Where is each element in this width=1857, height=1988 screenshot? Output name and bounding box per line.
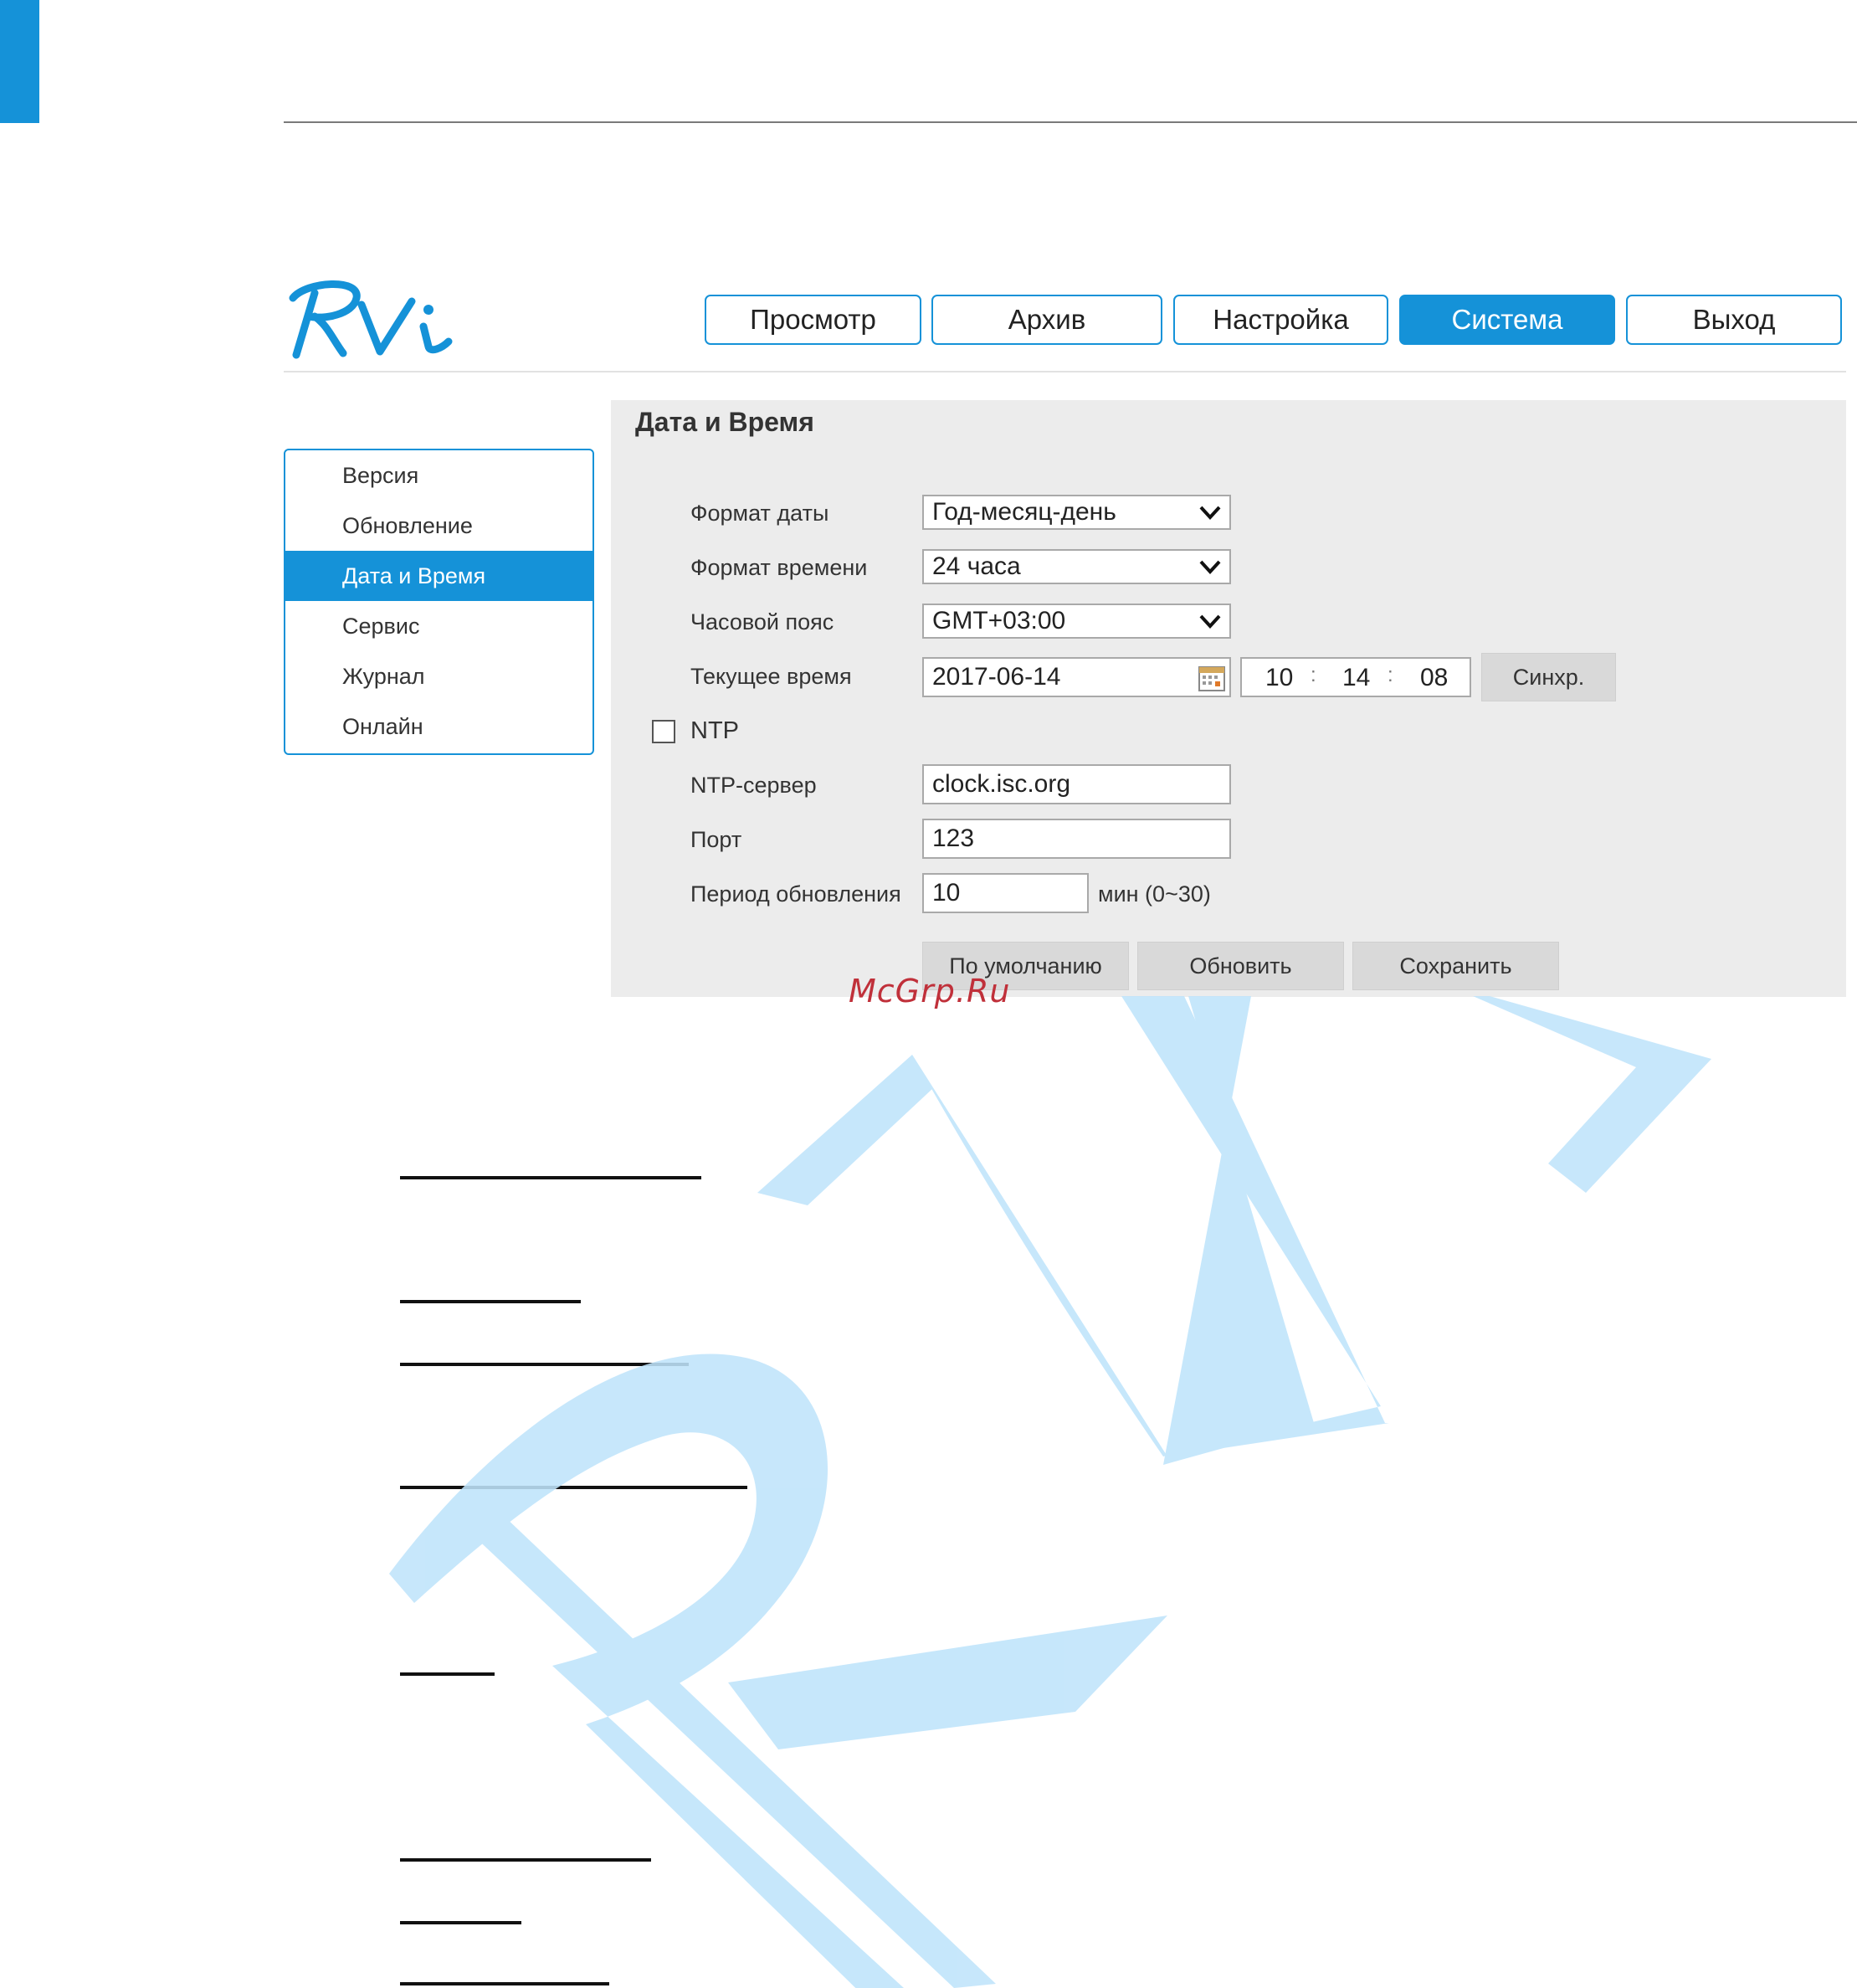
- date-format-select[interactable]: Год-месяц-день: [922, 495, 1231, 530]
- header-divider: [284, 371, 1846, 372]
- date-format-label: Формат даты: [690, 501, 829, 526]
- ntp-server-input[interactable]: clock.isc.org: [922, 764, 1231, 804]
- current-date-input[interactable]: 2017-06-14: [922, 657, 1231, 697]
- sidebar-item-online[interactable]: Онлайн: [285, 701, 592, 752]
- sidebar-item-service[interactable]: Сервис: [285, 601, 592, 651]
- watermark-text: McGrp.Ru: [849, 973, 1011, 1009]
- document-line: [400, 1300, 581, 1303]
- tab-vyhod[interactable]: Выход: [1626, 295, 1842, 345]
- ntp-server-value: clock.isc.org: [932, 770, 1071, 798]
- sidebar-item-date-time[interactable]: Дата и Время: [285, 551, 592, 601]
- sidebar-item-update[interactable]: Обновление: [285, 501, 592, 551]
- current-date-value: 2017-06-14: [932, 663, 1061, 691]
- minutes-field[interactable]: 14: [1342, 664, 1370, 692]
- time-format-label: Формат времени: [690, 555, 868, 580]
- chevron-down-icon: [1199, 506, 1221, 520]
- ntp-checkbox[interactable]: [652, 720, 675, 743]
- hours-field[interactable]: 10: [1265, 664, 1293, 692]
- chevron-down-icon: [1199, 560, 1221, 574]
- tab-sistema[interactable]: Система: [1399, 295, 1615, 345]
- port-label: Порт: [690, 827, 742, 852]
- document-line: [400, 1363, 689, 1366]
- timezone-label: Часовой пояс: [690, 609, 834, 634]
- save-button[interactable]: Сохранить: [1352, 942, 1559, 990]
- document-line: [400, 1858, 651, 1862]
- sidebar-item-version[interactable]: Версия: [285, 450, 592, 501]
- update-period-unit: мин (0~30): [1098, 881, 1211, 907]
- document-line: [400, 1486, 747, 1489]
- ntp-server-label: NTP-сервер: [690, 773, 817, 798]
- time-separator: :: [1388, 664, 1393, 686]
- port-value: 123: [932, 824, 975, 852]
- port-input[interactable]: 123: [922, 819, 1231, 859]
- panel-title: Дата и Время: [635, 407, 814, 437]
- rvi-logo: [289, 280, 453, 359]
- update-period-value: 10: [932, 879, 961, 907]
- tab-prosmotr[interactable]: Просмотр: [705, 295, 921, 345]
- tab-arhiv[interactable]: Архив: [931, 295, 1162, 345]
- document-line: [400, 1176, 701, 1179]
- calendar-icon[interactable]: [1198, 664, 1226, 692]
- timezone-value: GMT+03:00: [932, 607, 1066, 634]
- tab-nastroyka[interactable]: Настройка: [1173, 295, 1388, 345]
- current-time-input[interactable]: 10 : 14 : 08: [1240, 657, 1471, 697]
- settings-panel: [611, 400, 1846, 997]
- document-line: [400, 1672, 495, 1676]
- sync-button[interactable]: Синхр.: [1481, 653, 1616, 701]
- time-separator: :: [1311, 664, 1316, 686]
- seconds-field[interactable]: 08: [1420, 664, 1448, 692]
- update-period-input[interactable]: 10: [922, 873, 1089, 913]
- settings-sidebar: Версия Обновление Дата и Время Сервис Жу…: [284, 449, 594, 755]
- timezone-select[interactable]: GMT+03:00: [922, 604, 1231, 639]
- update-period-label: Период обновления: [690, 881, 901, 907]
- date-format-value: Год-месяц-день: [932, 498, 1116, 526]
- ntp-label: NTP: [690, 717, 739, 744]
- chevron-down-icon: [1199, 614, 1221, 629]
- sidebar-item-log[interactable]: Журнал: [285, 651, 592, 701]
- time-format-value: 24 часа: [932, 552, 1021, 580]
- page-corner-bar: [0, 0, 39, 123]
- document-line: [400, 1921, 521, 1924]
- time-format-select[interactable]: 24 часа: [922, 549, 1231, 584]
- current-time-label: Текущее время: [690, 664, 852, 689]
- document-line: [400, 1982, 609, 1985]
- page-top-rule: [284, 121, 1857, 123]
- refresh-button[interactable]: Обновить: [1137, 942, 1344, 990]
